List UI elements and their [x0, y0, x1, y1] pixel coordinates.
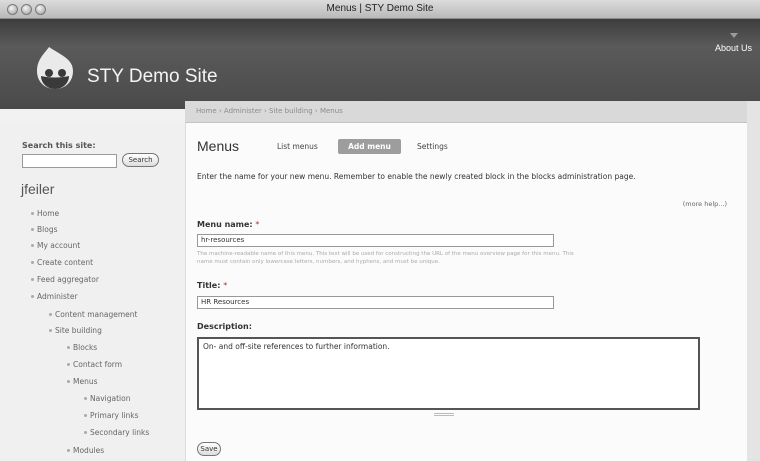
- user-block-title: jfeiler: [21, 181, 55, 197]
- title-label: Title: *: [197, 281, 227, 290]
- drupal-logo-icon[interactable]: [35, 45, 75, 91]
- search-input[interactable]: [22, 154, 117, 168]
- resize-grip-icon[interactable]: [434, 413, 454, 416]
- nav-item-navigation[interactable]: Navigation: [83, 394, 130, 403]
- page-edge: [747, 101, 760, 461]
- site-name[interactable]: STY Demo Site: [87, 66, 218, 88]
- description-label: Description:: [197, 322, 252, 331]
- page-title: Menus: [197, 138, 240, 154]
- menu-marker-icon: [730, 33, 738, 38]
- nav-item-modules[interactable]: Modules: [66, 446, 104, 455]
- nav-item-content-management[interactable]: Content management: [48, 310, 137, 319]
- title-field[interactable]: HR Resources: [197, 296, 554, 309]
- tab-list-menus[interactable]: List menus: [277, 142, 318, 151]
- nav-item-menus[interactable]: Menus: [67, 377, 98, 386]
- menu-name-field[interactable]: hr-resources: [197, 234, 554, 247]
- nav-item-blocks[interactable]: Blocks: [66, 343, 97, 352]
- window-title: Menus | STY Demo Site: [326, 3, 434, 14]
- title-label-text: Title:: [197, 281, 221, 290]
- about-us-link[interactable]: About Us: [715, 43, 752, 53]
- save-button[interactable]: Save: [197, 442, 221, 456]
- nav-item-site-building[interactable]: Site building: [49, 326, 102, 335]
- search-button[interactable]: Search: [122, 153, 159, 167]
- required-marker: *: [223, 281, 228, 290]
- nav-item-feed-aggregator[interactable]: Feed aggregator: [31, 275, 99, 284]
- sidebar: Search this site: Search jfeiler Home Bl…: [0, 123, 185, 461]
- description-textarea[interactable]: On- and off-site references to further i…: [197, 337, 700, 410]
- nav-item-primary-links[interactable]: Primary links: [84, 411, 139, 420]
- title-bar: Menus | STY Demo Site: [0, 0, 760, 19]
- browser-window: Menus | STY Demo Site STY Demo Site Abou…: [0, 0, 760, 461]
- menu-name-label: Menu name: *: [197, 220, 259, 229]
- intro-text: Enter the name for your new menu. Rememb…: [197, 172, 636, 181]
- menu-name-label-text: Menu name:: [197, 220, 253, 229]
- breadcrumb-bar: Home › Administer › Site building › Menu…: [185, 101, 747, 123]
- nav-item-contact-form[interactable]: Contact form: [66, 360, 122, 369]
- nav-item-administer[interactable]: Administer: [31, 292, 78, 301]
- tab-settings[interactable]: Settings: [417, 142, 448, 151]
- menu-name-description-line-2: name must contain only lowercase letters…: [197, 259, 440, 265]
- main-content: Menus List menus Add menu Settings Enter…: [185, 123, 747, 461]
- tab-add-menu[interactable]: Add menu: [338, 139, 401, 154]
- site-header: STY Demo Site About Us: [0, 19, 760, 109]
- more-help-link[interactable]: (more help...): [683, 200, 727, 208]
- nav-item-create-content[interactable]: Create content: [30, 258, 93, 267]
- search-label: Search this site:: [22, 141, 96, 150]
- nav-item-home[interactable]: Home: [30, 209, 59, 218]
- nav-item-blogs[interactable]: Blogs: [31, 225, 58, 234]
- nav-item-secondary-links[interactable]: Secondary links: [83, 428, 149, 437]
- required-marker: *: [255, 220, 260, 229]
- nav-item-my-account[interactable]: My account: [30, 241, 80, 250]
- menu-name-description-line-1: The machine-readable name of this menu. …: [197, 251, 574, 257]
- breadcrumb[interactable]: Home › Administer › Site building › Menu…: [196, 107, 343, 115]
